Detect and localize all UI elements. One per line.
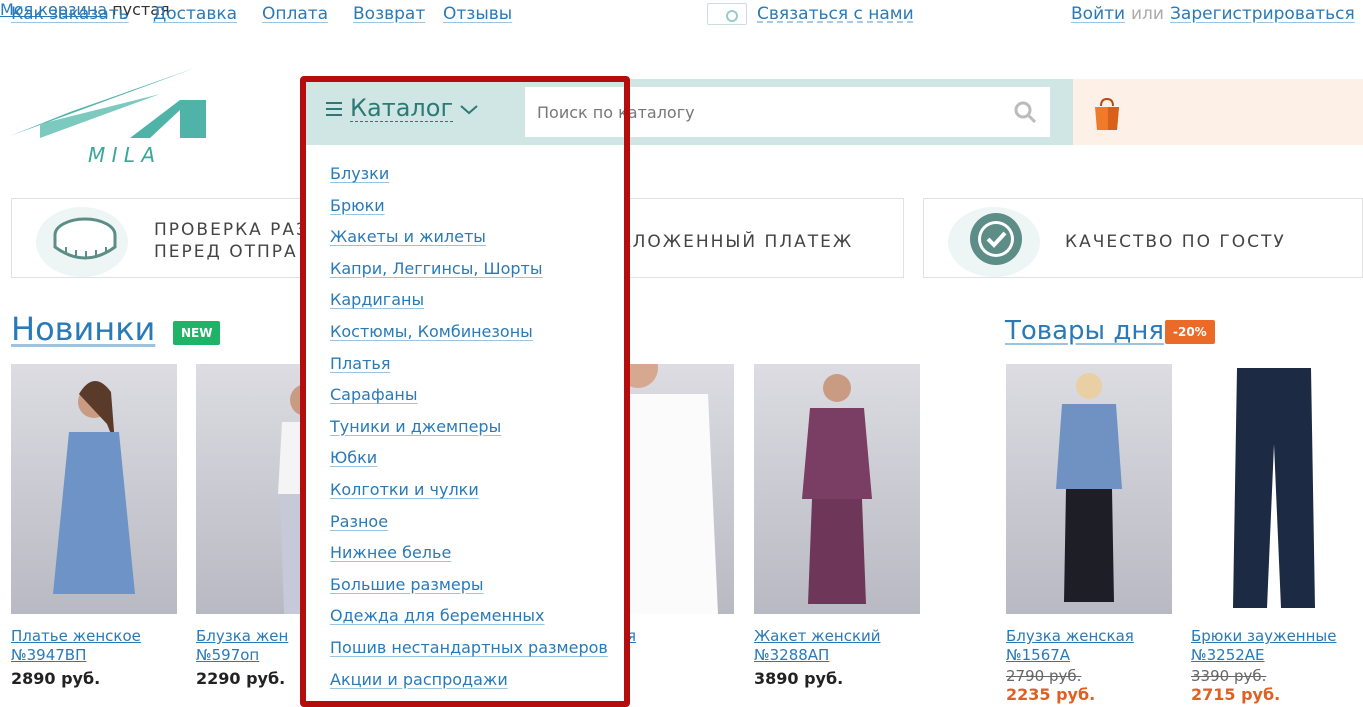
nav-payment[interactable]: Оплата [262, 4, 328, 24]
search-icon[interactable] [1013, 100, 1037, 124]
blouse-figure [1056, 373, 1122, 602]
envelope-icon [707, 3, 747, 25]
new-section-title: Новинки [11, 310, 155, 348]
quality-badge-icon [970, 213, 1022, 265]
old-price: 3390 руб. [1191, 667, 1267, 685]
measuring-tape-icon [53, 217, 117, 260]
benefit-text: КАЧЕСТВО ПО ГОСТУ [1065, 232, 1286, 252]
product-name[interactable]: Блузка женская №1567А [1006, 627, 1172, 665]
site-logo[interactable]: M I L A [10, 64, 260, 167]
login-link[interactable]: Войти [1071, 4, 1125, 24]
product-price: 2890 руб. [11, 669, 101, 688]
nav-how-to-order[interactable]: Как заказать [11, 4, 129, 24]
top-nav: Как заказать Доставка Оплата Возврат Отз… [0, 0, 1363, 30]
jacket-figure [802, 374, 872, 604]
deals-section-title: Товары дня [1005, 316, 1164, 346]
benefit-quality: КАЧЕСТВО ПО ГОСТУ [923, 198, 1363, 278]
product-name[interactable]: Брюки зауженные №3252АЕ [1191, 627, 1357, 665]
product-name[interactable]: Жакет женский №3288АП [754, 627, 920, 665]
product-image[interactable] [1191, 364, 1357, 614]
logo-text: M I L A [88, 143, 155, 164]
discount-badge: -20% [1165, 320, 1215, 344]
deals-section-link[interactable]: Товары дня [1005, 316, 1164, 346]
register-link[interactable]: Зарегистрироваться [1170, 4, 1355, 24]
new-price: 2235 руб. [1006, 685, 1096, 704]
product-card[interactable]: Жакет женский №3288АП 3890 руб. [754, 364, 920, 688]
nav-returns[interactable]: Возврат [353, 4, 425, 24]
product-image[interactable] [754, 364, 920, 614]
nav-reviews[interactable]: Отзывы [443, 4, 512, 24]
dress-figure [53, 380, 135, 594]
product-image[interactable] [1006, 364, 1172, 614]
benefit-text: ПРОВЕРКА РАЗ ПЕРЕД ОТПРА [154, 220, 309, 262]
product-image[interactable] [11, 364, 177, 614]
new-badge: NEW [173, 321, 221, 345]
product-card[interactable]: Платье женское №3947ВП 2890 руб. [11, 364, 177, 688]
product-name[interactable]: Платье женское №3947ВП [11, 627, 177, 665]
shopping-bag-icon[interactable] [1092, 96, 1122, 132]
trousers-figure [1233, 368, 1315, 608]
benefit-size-check: ПРОВЕРКА РАЗ ПЕРЕД ОТПРА [11, 198, 311, 278]
contact-link[interactable]: Связаться с нами [757, 4, 914, 24]
logo-graphic: M I L A [10, 68, 206, 167]
product-card[interactable]: Блузка женская №1567А 2790 руб. 2235 руб. [1006, 364, 1172, 704]
benefit-text: АЛОЖЕННЫЙ ПЛАТЕЖ [619, 232, 854, 252]
new-price: 2715 руб. [1191, 685, 1281, 704]
or-text: или [1131, 4, 1164, 24]
product-card[interactable]: Брюки зауженные №3252АЕ 3390 руб. 2715 ру… [1191, 364, 1357, 704]
new-section-link[interactable]: Новинки [11, 310, 155, 348]
product-price: 3890 руб. [754, 669, 844, 688]
highlight-frame [300, 76, 630, 707]
nav-delivery[interactable]: Доставка [153, 4, 237, 24]
old-price: 2790 руб. [1006, 667, 1082, 685]
